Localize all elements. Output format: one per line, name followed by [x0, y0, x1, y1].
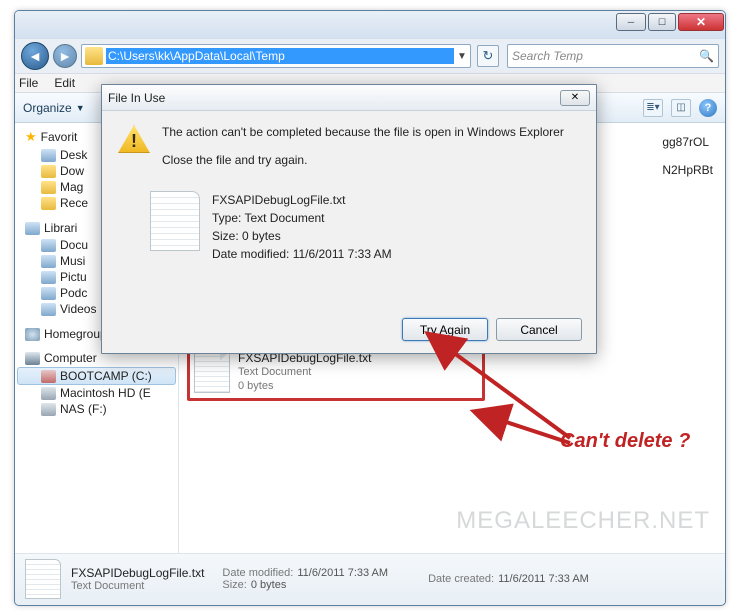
file-type: Text Document	[238, 365, 371, 379]
menu-file[interactable]: File	[19, 76, 38, 90]
warning-icon: !	[118, 125, 150, 153]
back-button[interactable]: ◄	[21, 42, 49, 70]
search-placeholder: Search Temp	[512, 49, 699, 63]
libraries-label[interactable]: Librari	[44, 221, 77, 235]
menu-edit[interactable]: Edit	[54, 76, 75, 90]
computer-label[interactable]: Computer	[44, 351, 97, 365]
homegroup-label[interactable]: Homegroup	[44, 327, 107, 341]
organize-button[interactable]: Organize	[23, 101, 72, 115]
view-options-button[interactable]: ≣▾	[643, 99, 663, 117]
dialog-message-1: The action can't be completed because th…	[162, 125, 580, 139]
maximize-button[interactable]: ☐	[648, 13, 676, 31]
help-icon[interactable]: ?	[699, 99, 717, 117]
annotation-text: Can't delete ?	[560, 430, 690, 453]
search-box[interactable]: Search Temp 🔍	[507, 44, 719, 68]
libraries-icon	[25, 222, 40, 235]
window-close-button[interactable]: ✕	[678, 13, 724, 31]
favorites-label[interactable]: Favorit	[41, 130, 78, 144]
text-file-icon	[25, 559, 61, 599]
forward-button[interactable]: ►	[53, 44, 77, 68]
file-size: 0 bytes	[238, 379, 371, 393]
dialog-title: File In Use	[108, 91, 165, 105]
dialog-close-button[interactable]: ✕	[560, 90, 590, 106]
text-file-icon	[150, 191, 200, 251]
search-icon: 🔍	[699, 49, 714, 63]
partial-file-column: gg87rOL N2HpRBt	[662, 131, 713, 191]
homegroup-icon	[25, 328, 40, 341]
window-titlebar: ─ ☐ ✕	[15, 11, 725, 39]
address-path[interactable]: C:\Users\kk\AppData\Local\Temp	[106, 48, 454, 64]
details-file-name: FXSAPIDebugLogFile.txt	[71, 566, 204, 580]
file-in-use-dialog: File In Use ✕ ! The action can't be comp…	[101, 84, 597, 354]
cancel-button[interactable]: Cancel	[496, 318, 582, 341]
dialog-titlebar[interactable]: File In Use ✕	[102, 85, 596, 111]
computer-icon	[25, 352, 40, 365]
dialog-file-size: Size: 0 bytes	[212, 227, 392, 245]
try-again-button[interactable]: Try Again	[402, 318, 488, 341]
dialog-file-type: Type: Text Document	[212, 209, 392, 227]
star-icon: ★	[25, 129, 37, 145]
watermark: MEGALEECHER.NET	[456, 507, 710, 535]
chevron-down-icon: ▼	[76, 103, 85, 113]
dialog-file-modified: Date modified: 11/6/2011 7:33 AM	[212, 245, 392, 263]
dialog-file-name: FXSAPIDebugLogFile.txt	[212, 191, 392, 209]
details-pane: FXSAPIDebugLogFile.txt Text Document Dat…	[15, 553, 725, 603]
sidebar-item-macintosh[interactable]: Macintosh HD (E	[17, 385, 176, 401]
address-dropdown[interactable]: ▼	[454, 51, 470, 62]
dialog-message-2: Close the file and try again.	[162, 153, 580, 167]
sidebar-item-bootcamp[interactable]: BOOTCAMP (C:)	[17, 367, 176, 385]
minimize-button[interactable]: ─	[616, 13, 646, 31]
folder-icon	[85, 47, 103, 65]
sidebar-item-nas[interactable]: NAS (F:)	[17, 401, 176, 417]
nav-bar: ◄ ► C:\Users\kk\AppData\Local\Temp ▼ ↻ S…	[15, 39, 725, 73]
details-file-type: Text Document	[71, 580, 204, 592]
text-file-icon	[194, 351, 230, 393]
address-bar[interactable]: C:\Users\kk\AppData\Local\Temp ▼	[81, 44, 471, 68]
refresh-button[interactable]: ↻	[477, 45, 499, 67]
preview-pane-button[interactable]: ◫	[671, 99, 691, 117]
